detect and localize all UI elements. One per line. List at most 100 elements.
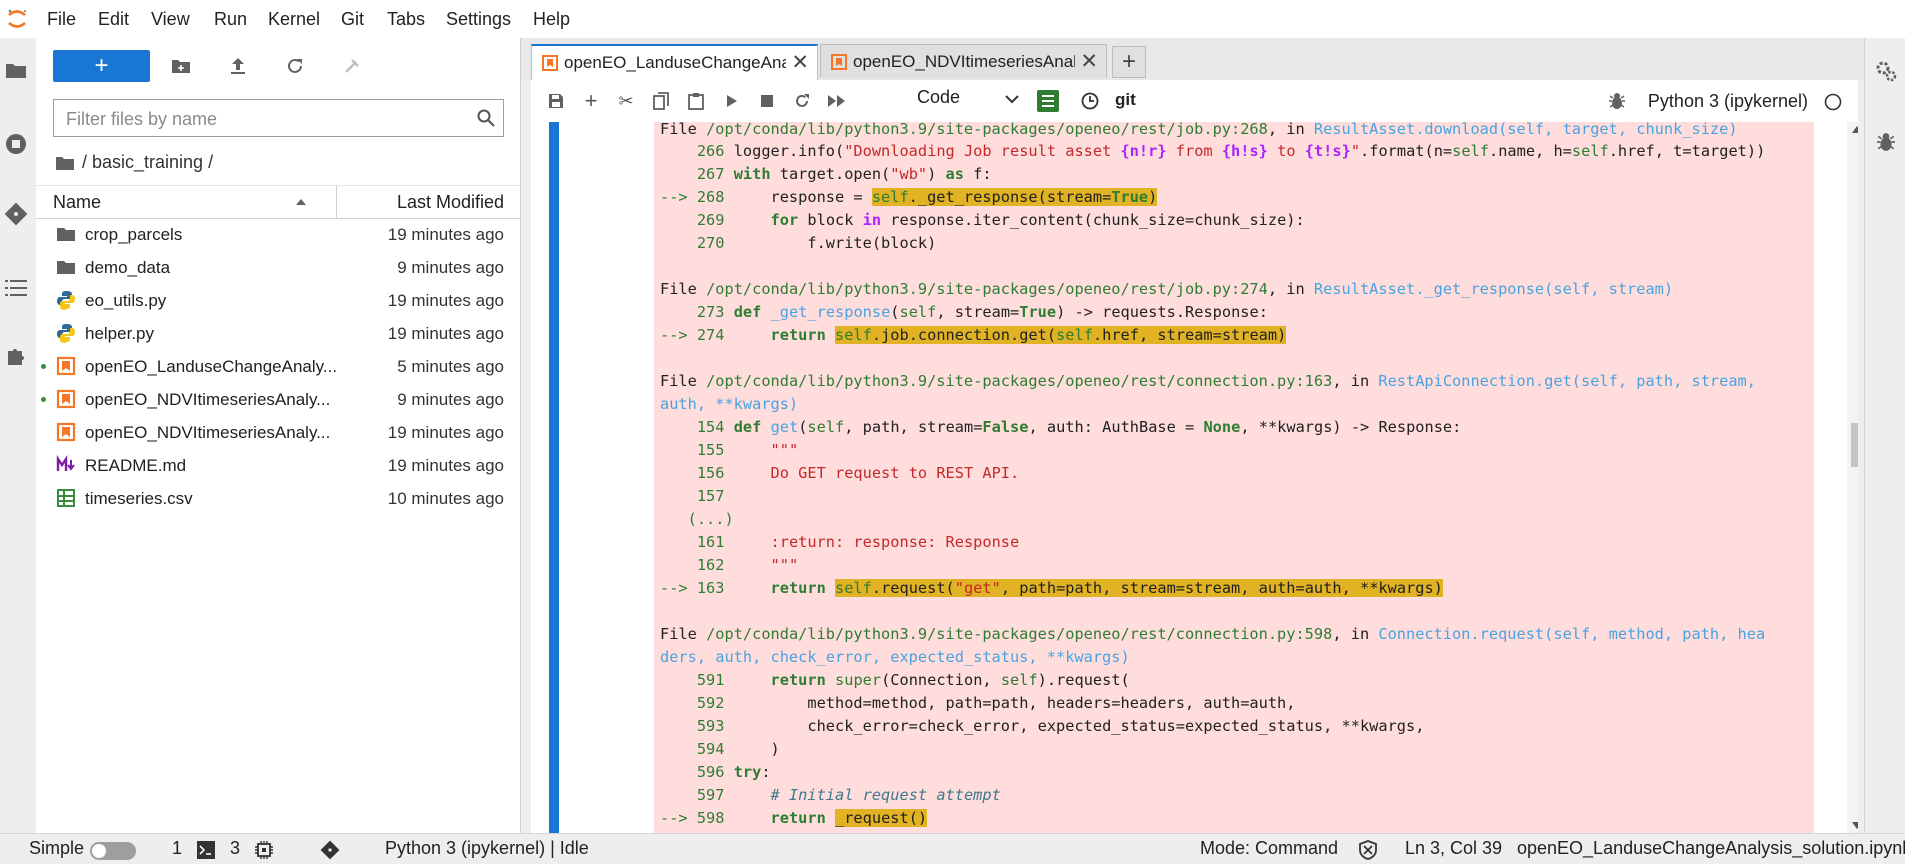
- git-button[interactable]: git: [1115, 90, 1136, 110]
- variable-inspector-icon[interactable]: [1037, 90, 1059, 112]
- active-cell-indicator[interactable]: [549, 122, 559, 833]
- debugger-bug-icon[interactable]: [1876, 132, 1896, 152]
- scroll-down-icon[interactable]: [1852, 822, 1858, 829]
- file-row[interactable]: openEO_LanduseChangeAnaly... 5 minutes ag…: [36, 350, 520, 383]
- error-traceback-output: File /opt/conda/lib/python3.9/site-packa…: [654, 122, 1814, 833]
- debugger-bug-icon[interactable]: [1604, 88, 1630, 114]
- menu-tabs[interactable]: Tabs: [387, 9, 425, 30]
- cursor-position[interactable]: Ln 3, Col 39: [1405, 838, 1502, 859]
- file-filter-input[interactable]: [64, 108, 468, 131]
- search-icon: [477, 109, 495, 127]
- file-modified: 19 minutes ago: [387, 291, 504, 310]
- column-name-header[interactable]: Name: [53, 192, 101, 213]
- notebook-mode[interactable]: Mode: Command: [1200, 838, 1338, 859]
- restart-kernel-icon[interactable]: [789, 88, 815, 114]
- kernel-chip-icon[interactable]: [254, 840, 274, 860]
- file-name: openEO_NDVItimeseriesAnaly...: [85, 423, 331, 442]
- file-row[interactable]: openEO_NDVItimeseriesAnaly... 19 minutes …: [36, 416, 520, 449]
- new-folder-icon[interactable]: [167, 52, 195, 80]
- menu-git[interactable]: Git: [341, 9, 364, 30]
- file-filter-field[interactable]: [53, 99, 504, 137]
- menu-view[interactable]: View: [151, 9, 190, 30]
- git-clone-icon[interactable]: [338, 52, 366, 80]
- notebook-icon: [56, 422, 76, 442]
- clock-icon[interactable]: [1077, 88, 1103, 114]
- close-icon[interactable]: ✕: [1080, 49, 1098, 74]
- fast-forward-icon[interactable]: [824, 88, 850, 114]
- folder-icon: [56, 257, 76, 277]
- copy-icon[interactable]: [648, 88, 674, 114]
- traceback-line: ders, auth, check_error, expected_status…: [660, 648, 1130, 666]
- save-icon[interactable]: [543, 88, 569, 114]
- extension-puzzle-icon[interactable]: [2, 342, 30, 370]
- menu-edit[interactable]: Edit: [98, 9, 129, 30]
- file-row[interactable]: README.md 19 minutes ago: [36, 449, 520, 482]
- traceback-line: --> 163 return self.request("get", path=…: [660, 579, 1443, 597]
- git-icon[interactable]: [2, 200, 30, 228]
- run-icon[interactable]: [719, 88, 745, 114]
- file-modified: 19 minutes ago: [387, 324, 504, 343]
- table-of-contents-icon[interactable]: [2, 274, 30, 302]
- terminal-icon[interactable]: [197, 841, 215, 859]
- file-row[interactable]: crop_parcels 19 minutes ago: [36, 218, 520, 251]
- traceback-line: 597 # Initial request attempt: [696, 786, 1001, 804]
- traceback-line: (...): [687, 510, 734, 528]
- file-modified: 19 minutes ago: [387, 423, 504, 442]
- notebook-icon: [56, 389, 76, 409]
- refresh-icon[interactable]: [281, 52, 309, 80]
- terminals-count[interactable]: 1: [172, 838, 182, 859]
- file-row[interactable]: helper.py 19 minutes ago: [36, 317, 520, 350]
- file-row[interactable]: eo_utils.py 19 minutes ago: [36, 284, 520, 317]
- breadcrumb-path[interactable]: / basic_training /: [82, 152, 213, 173]
- column-divider[interactable]: [336, 186, 337, 218]
- csv-icon: [56, 488, 76, 508]
- traceback-line: 591 return super(Connection, self).reque…: [696, 671, 1130, 689]
- notebook-icon: [831, 54, 847, 70]
- upload-icon[interactable]: [224, 52, 252, 80]
- traceback-line: 155 """: [696, 441, 799, 459]
- tab-landuse-notebook[interactable]: openEO_LanduseChangeAna ✕: [531, 44, 818, 80]
- scroll-up-icon[interactable]: [1852, 126, 1858, 133]
- menu-help[interactable]: Help: [533, 9, 570, 30]
- traceback-line: File /opt/conda/lib/python3.9/site-packa…: [660, 280, 1674, 298]
- new-tab-button[interactable]: +: [1112, 46, 1146, 78]
- property-inspector-gears-icon[interactable]: [1875, 60, 1897, 82]
- file-row[interactable]: openEO_NDVItimeseriesAnaly... 9 minutes a…: [36, 383, 520, 416]
- paste-icon[interactable]: [683, 88, 709, 114]
- new-launcher-button[interactable]: +: [53, 50, 150, 82]
- running-stop-icon[interactable]: [2, 130, 30, 158]
- notebook-scrollbar[interactable]: [1847, 122, 1858, 833]
- menu-run[interactable]: Run: [214, 9, 247, 30]
- cut-icon[interactable]: ✂: [613, 88, 639, 114]
- menu-kernel[interactable]: Kernel: [268, 9, 320, 30]
- git-icon[interactable]: [320, 840, 340, 860]
- menu-file[interactable]: File: [47, 9, 76, 30]
- tab-ndvi-notebook[interactable]: openEO_NDVItimeseriesAnal ✕: [820, 44, 1107, 78]
- traceback-line: File /opt/conda/lib/python3.9/site-packa…: [660, 625, 1766, 643]
- file-row[interactable]: timeseries.csv 10 minutes ago: [36, 482, 520, 515]
- simple-mode-toggle[interactable]: [90, 842, 136, 860]
- insert-cell-icon[interactable]: +: [578, 88, 604, 114]
- kernels-count[interactable]: 3: [230, 838, 240, 859]
- menu-bar: File Edit View Run Kernel Git Tabs Setti…: [0, 0, 1905, 39]
- file-modified: 10 minutes ago: [387, 489, 504, 508]
- cell-type-select[interactable]: Code: [917, 87, 1027, 115]
- menu-settings[interactable]: Settings: [446, 9, 511, 30]
- notebook-icon: [56, 356, 76, 376]
- notebook-panel: File /opt/conda/lib/python3.9/site-packa…: [531, 122, 1858, 833]
- kernel-name[interactable]: Python 3 (ipykernel): [1648, 91, 1808, 112]
- close-icon[interactable]: ✕: [791, 50, 809, 75]
- file-name: README.md: [85, 456, 187, 475]
- folder-icon[interactable]: [2, 56, 30, 84]
- right-activity-bar: [1864, 38, 1905, 833]
- folder-icon[interactable]: [56, 156, 74, 170]
- file-row[interactable]: demo_data 9 minutes ago: [36, 251, 520, 284]
- kernel-status[interactable]: Python 3 (ipykernel) | Idle: [385, 838, 589, 859]
- chevron-down-icon: [1005, 95, 1019, 104]
- stop-icon[interactable]: [754, 88, 780, 114]
- scrollbar-thumb[interactable]: [1851, 423, 1858, 467]
- sort-ascending-icon[interactable]: [295, 198, 307, 206]
- shield-icon[interactable]: [1358, 840, 1378, 860]
- column-modified-header[interactable]: Last Modified: [397, 192, 504, 213]
- file-name: eo_utils.py: [85, 291, 167, 310]
